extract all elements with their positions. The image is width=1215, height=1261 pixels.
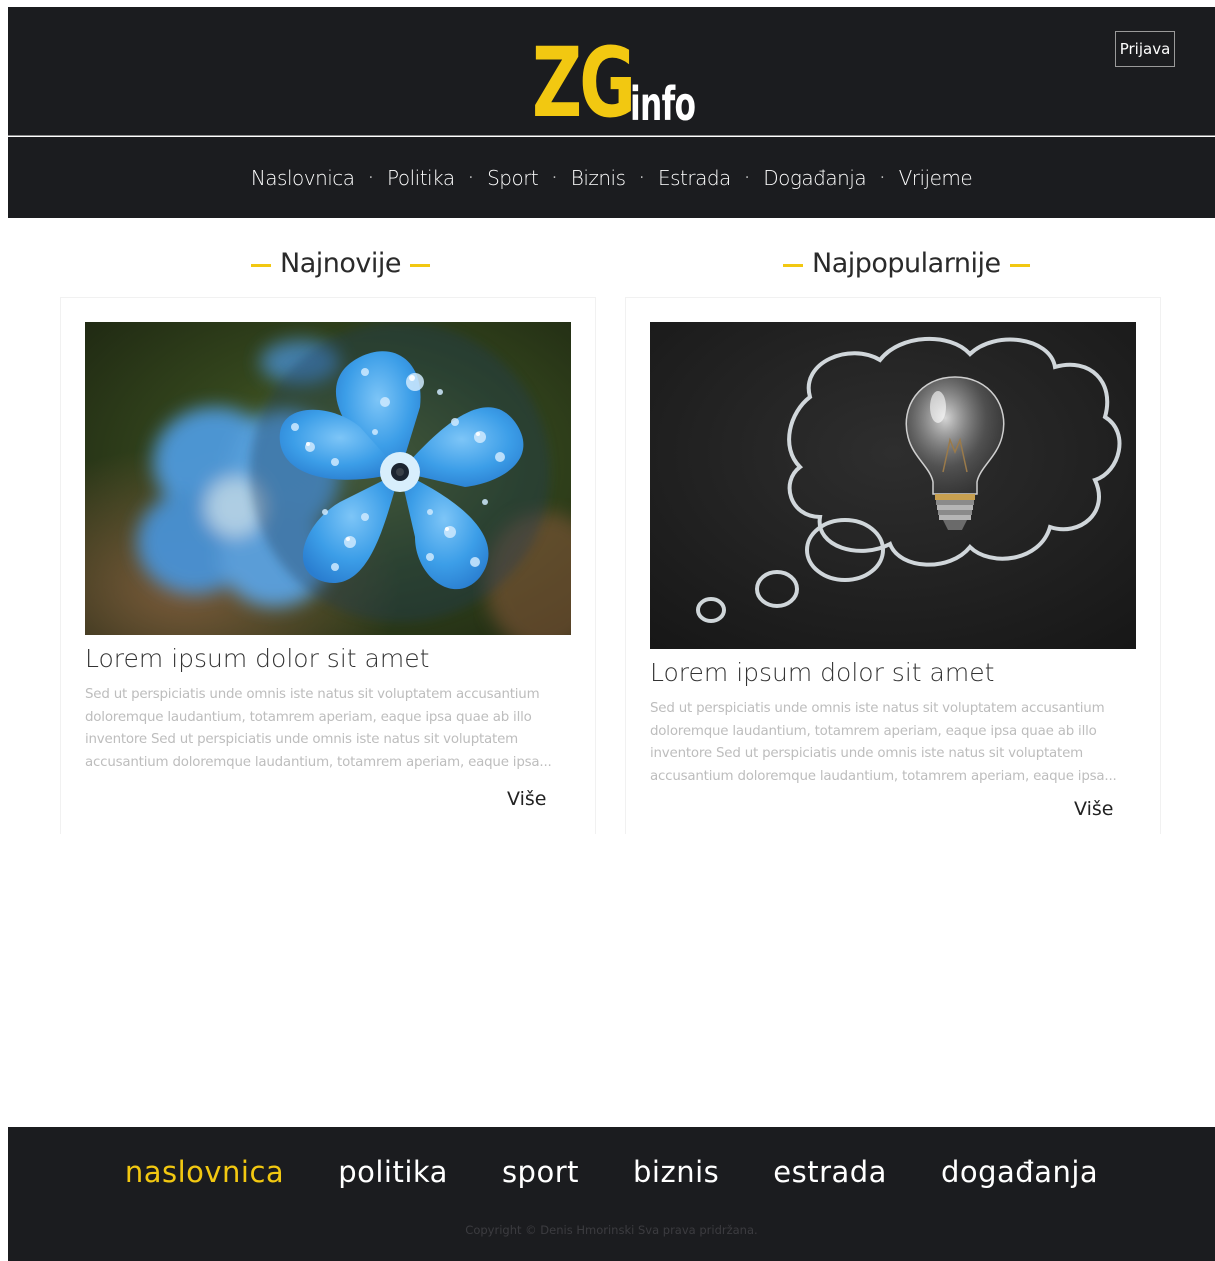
- footer-link-estrada[interactable]: estrada: [773, 1155, 887, 1189]
- section-title-popular-text: Najpopularnije: [812, 248, 1001, 279]
- nav-separator: ·: [368, 169, 374, 186]
- nav-item-vrijeme[interactable]: Vrijeme: [899, 166, 973, 190]
- site-footer: naslovnica politika sport biznis estrada…: [8, 1127, 1215, 1261]
- nav-separator: ·: [880, 169, 885, 186]
- blue-flower-photo: [85, 322, 571, 635]
- nav-item-dogadanja[interactable]: Događanja: [763, 166, 866, 190]
- logo-sub-text: info: [630, 77, 696, 131]
- nav-separator: ·: [552, 169, 557, 186]
- article-headline[interactable]: Lorem ipsum dolor sit amet: [85, 644, 429, 673]
- login-button[interactable]: Prijava: [1115, 31, 1175, 67]
- nav-separator: ·: [744, 169, 750, 186]
- site-logo[interactable]: ZG info: [532, 27, 726, 139]
- section-title-popular: Najpopularnije: [774, 248, 1039, 279]
- nav-item-biznis[interactable]: Biznis: [571, 166, 626, 190]
- lightbulb-chalk-cloud-photo: [650, 322, 1136, 649]
- lightbulb-image[interactable]: [650, 322, 1136, 649]
- read-more-link[interactable]: Više: [507, 788, 546, 810]
- copyright-text: Copyright © Denis Hmorinski Sva prava pr…: [465, 1223, 758, 1237]
- nav-separator: ·: [468, 169, 474, 186]
- section-title-latest-text: Najnovije: [280, 248, 401, 279]
- article-card-latest: Lorem ipsum dolor sit amet Sed ut perspi…: [60, 297, 596, 834]
- nav-item-estrada[interactable]: Estrada: [658, 166, 731, 190]
- article-excerpt: Sed ut perspiciatis unde omnis iste natu…: [650, 701, 1117, 784]
- site-header: ZG info Prijava: [8, 7, 1215, 136]
- title-dash: [783, 264, 803, 267]
- title-dash: [409, 264, 430, 267]
- nav-separator: ·: [639, 169, 644, 186]
- footer-link-biznis[interactable]: biznis: [633, 1155, 719, 1189]
- nav-item-politika[interactable]: Politika: [387, 166, 455, 190]
- article-card-popular: Lorem ipsum dolor sit amet Sed ut perspi…: [625, 297, 1161, 834]
- main-nav: Naslovnica · Politika · Sport · Biznis ·…: [8, 137, 1215, 218]
- footer-link-dogadanja[interactable]: događanja: [941, 1155, 1098, 1189]
- blue-flower-image[interactable]: [85, 322, 571, 635]
- footer-link-politika[interactable]: politika: [338, 1155, 448, 1189]
- article-headline[interactable]: Lorem ipsum dolor sit amet: [650, 658, 994, 687]
- nav-item-naslovnica[interactable]: Naslovnica: [251, 166, 355, 190]
- logo-main-text: ZG: [532, 27, 636, 139]
- title-dash: [251, 264, 271, 267]
- read-more-link[interactable]: Više: [1074, 798, 1113, 820]
- footer-link-sport[interactable]: sport: [502, 1155, 579, 1189]
- section-title-latest: Najnovije: [242, 248, 439, 279]
- nav-item-sport[interactable]: Sport: [487, 166, 539, 190]
- footer-link-naslovnica[interactable]: naslovnica: [125, 1155, 284, 1189]
- footer-nav: naslovnica politika sport biznis estrada…: [8, 1155, 1215, 1189]
- article-excerpt: Sed ut perspiciatis unde omnis iste natu…: [85, 687, 552, 770]
- title-dash: [1009, 264, 1030, 267]
